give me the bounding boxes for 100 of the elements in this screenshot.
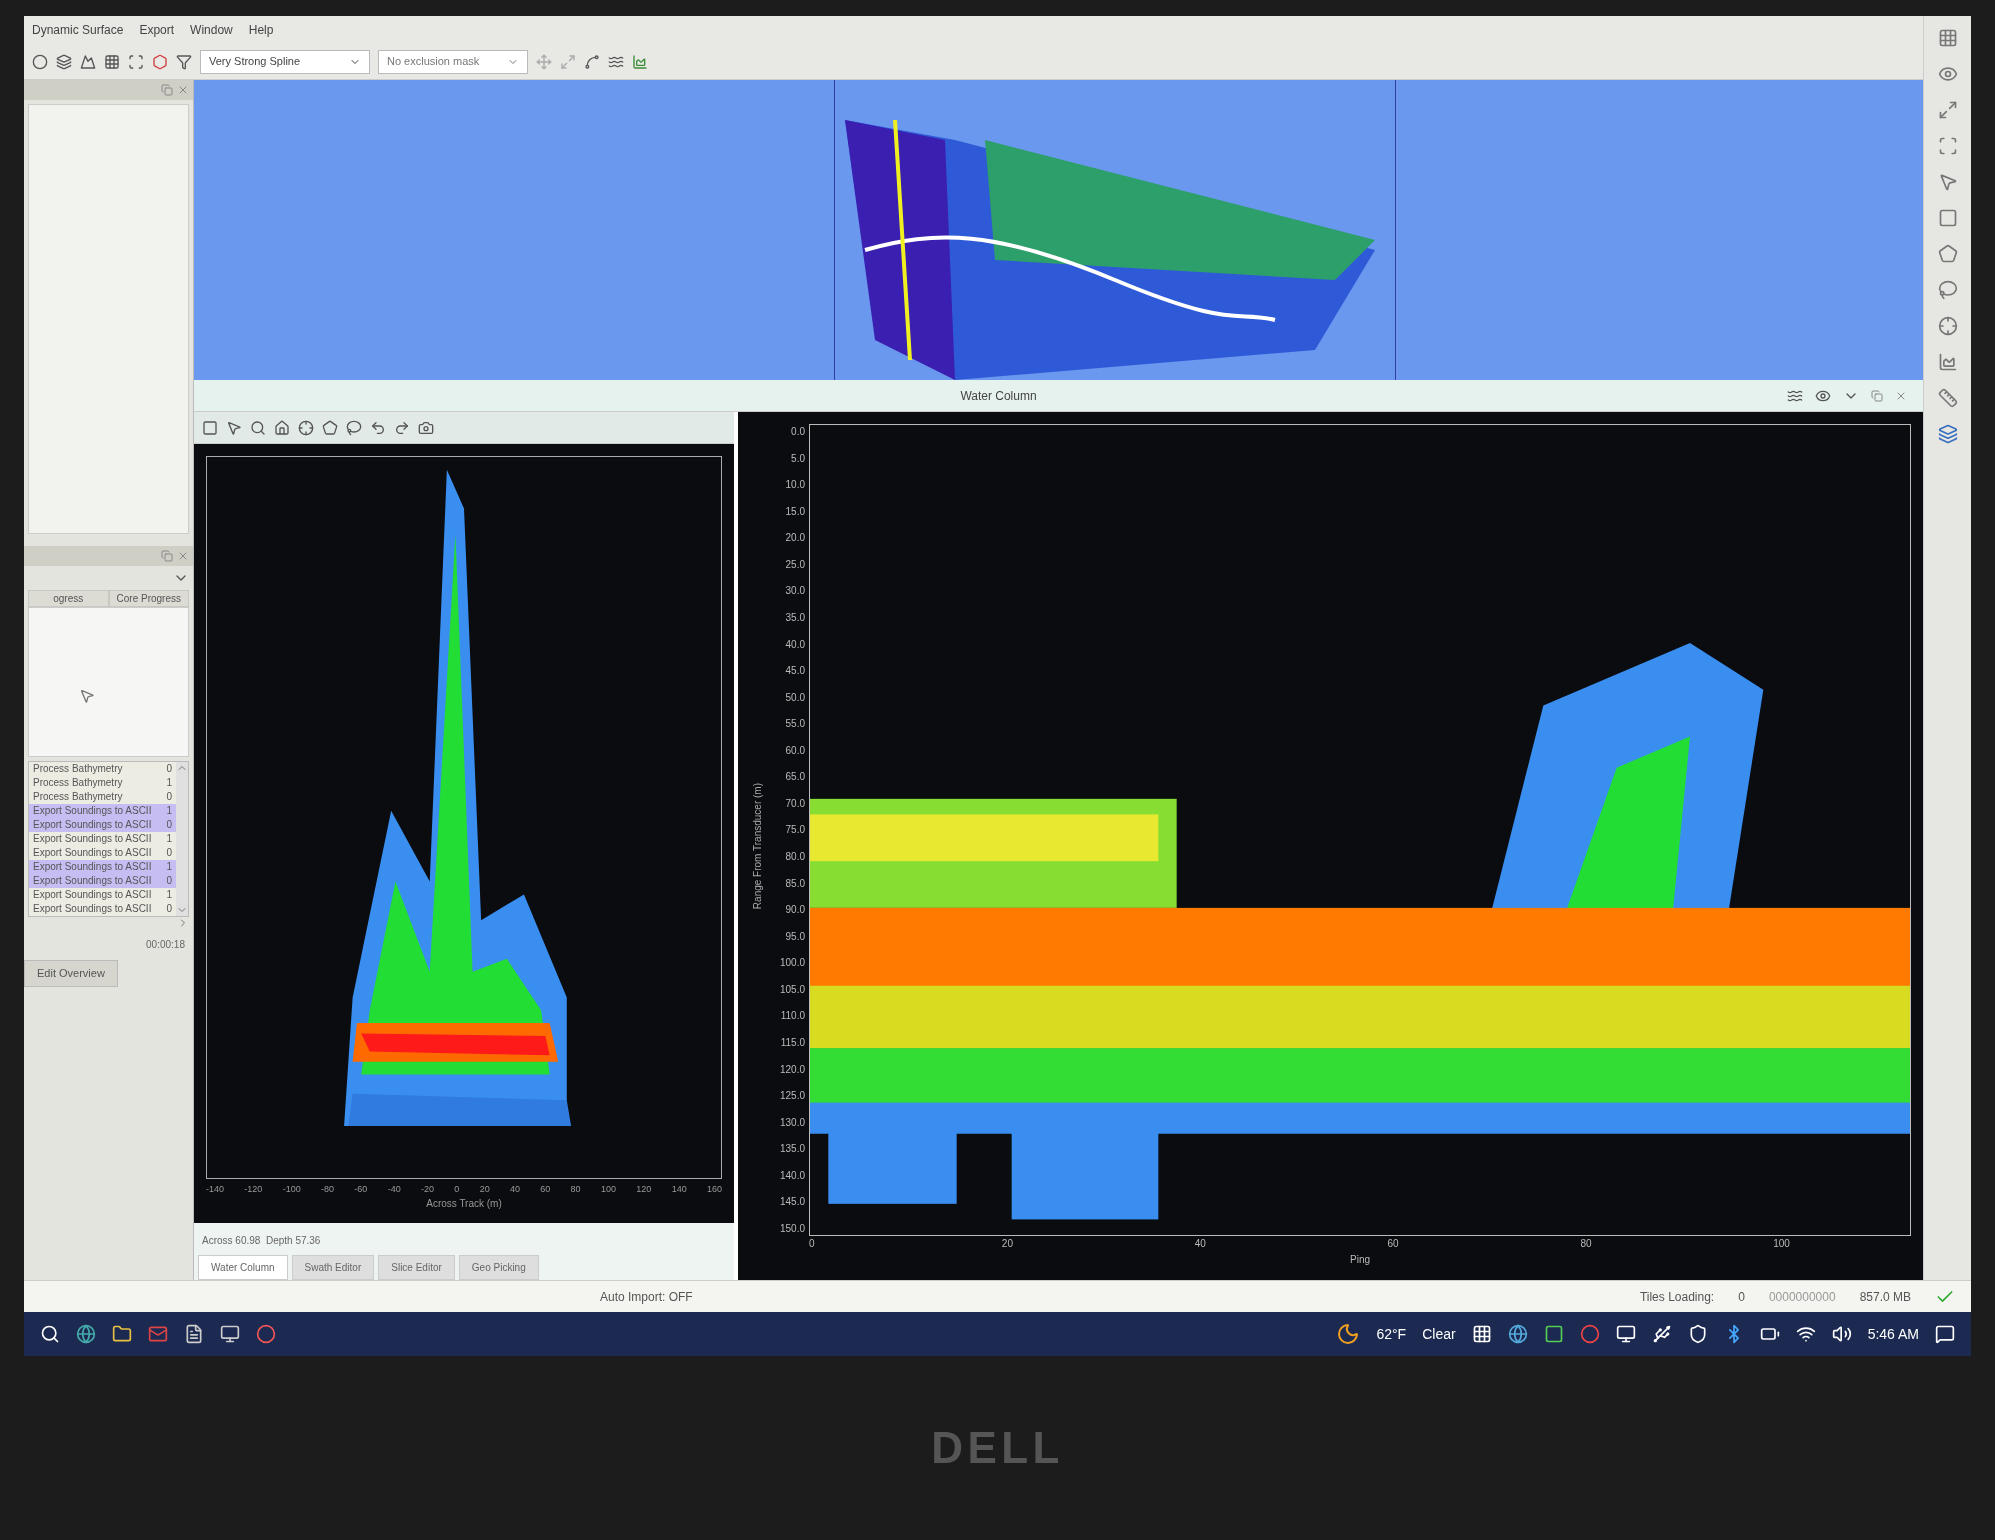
axis-tick-label: 145.0 bbox=[778, 1195, 805, 1210]
camera-icon[interactable] bbox=[418, 419, 434, 436]
folder-icon[interactable] bbox=[112, 1324, 132, 1344]
job-row[interactable]: Export Soundings to ASCII 0 bbox=[29, 818, 176, 832]
progress-digits: 0000000000 bbox=[1768, 1288, 1836, 1306]
view-tab[interactable]: Geo Picking bbox=[458, 1255, 539, 1280]
job-count: 1 bbox=[166, 804, 172, 818]
axis-tick-label: -120 bbox=[244, 1182, 263, 1196]
pointer-icon[interactable] bbox=[1937, 172, 1958, 192]
crosshair-icon[interactable] bbox=[298, 419, 314, 436]
axis-tick-label: 125.0 bbox=[778, 1089, 805, 1104]
job-count: 1 bbox=[166, 832, 172, 846]
moon-icon[interactable] bbox=[1336, 1322, 1361, 1346]
job-row[interactable]: Process Bathymetry 0 bbox=[29, 790, 176, 804]
globe-icon[interactable] bbox=[76, 1324, 96, 1344]
tray-circle-icon[interactable] bbox=[1579, 1324, 1600, 1344]
job-row[interactable]: Export Soundings to ASCII 0 bbox=[29, 902, 176, 916]
area-chart-icon[interactable] bbox=[1937, 352, 1958, 372]
axis-tick-label: 80.0 bbox=[784, 850, 805, 864]
tray-monitor-icon[interactable] bbox=[1615, 1324, 1636, 1344]
tray-square-icon[interactable] bbox=[1543, 1324, 1564, 1344]
weather-condition: Clear bbox=[1422, 1324, 1456, 1344]
monitor-icon[interactable] bbox=[220, 1324, 240, 1344]
job-row[interactable]: Process Bathymetry 1 bbox=[29, 776, 176, 790]
scan-icon[interactable] bbox=[1937, 136, 1958, 156]
home-icon[interactable] bbox=[274, 419, 290, 436]
polygon-icon[interactable] bbox=[322, 419, 338, 436]
job-count: 0 bbox=[166, 818, 172, 832]
view-tab[interactable]: Slice Editor bbox=[378, 1255, 455, 1280]
cursor-readout: Across 60.98 Depth 57.36 bbox=[202, 1235, 321, 1246]
spline-icon[interactable] bbox=[584, 53, 600, 70]
axis-tick-label: -20 bbox=[420, 1182, 434, 1196]
pointer-icon[interactable] bbox=[226, 419, 242, 436]
search-icon[interactable] bbox=[40, 1324, 60, 1344]
zoom-extent-icon[interactable] bbox=[1937, 100, 1958, 120]
column-header[interactable]: Core Progress bbox=[108, 590, 189, 607]
job-name: Export Soundings to ASCII bbox=[33, 874, 152, 888]
surface-icon[interactable] bbox=[80, 53, 96, 70]
menu-item[interactable]: Window bbox=[190, 21, 233, 39]
job-count: 1 bbox=[166, 860, 172, 874]
square-icon[interactable] bbox=[202, 419, 218, 436]
tiles-loading-label: Tiles Loading: bbox=[1639, 1288, 1715, 1306]
usb-icon[interactable] bbox=[1651, 1324, 1672, 1344]
axis-tick-label: 10.0 bbox=[784, 478, 805, 493]
filter-dropdown[interactable]: Very Strong Spline bbox=[200, 49, 370, 74]
job-count: 0 bbox=[166, 846, 172, 860]
axis-tick-label: 30.0 bbox=[784, 584, 805, 599]
grid-icon[interactable] bbox=[104, 53, 120, 70]
zoom-icon[interactable] bbox=[250, 419, 266, 436]
tray-icon[interactable] bbox=[1471, 1324, 1492, 1344]
mask-dropdown[interactable]: No exclusion mask bbox=[378, 49, 528, 74]
job-row[interactable]: Export Soundings to ASCII 1 bbox=[29, 832, 176, 846]
job-row[interactable]: Export Soundings to ASCII 1 bbox=[29, 860, 176, 874]
axis-tick-label: 50.0 bbox=[784, 690, 805, 705]
shape-icon[interactable] bbox=[152, 53, 168, 70]
clock[interactable]: 5:46 AM bbox=[1867, 1323, 1919, 1345]
job-row[interactable]: Process Bathymetry 0 bbox=[29, 762, 176, 776]
column-header[interactable]: ogress bbox=[28, 590, 109, 607]
temperature: 62°F bbox=[1376, 1324, 1407, 1344]
panel-tab[interactable]: Edit Overview bbox=[24, 960, 118, 987]
job-row[interactable]: Export Soundings to ASCII 0 bbox=[29, 874, 176, 888]
menu-item[interactable]: Dynamic Surface bbox=[32, 21, 124, 39]
axis-tick-label: -60 bbox=[354, 1182, 368, 1196]
job-count: 0 bbox=[166, 762, 172, 776]
axis-tick-label: 115.0 bbox=[779, 1035, 805, 1050]
rectangle-select-icon[interactable] bbox=[1937, 208, 1958, 228]
job-row[interactable]: Export Soundings to ASCII 1 bbox=[29, 804, 176, 818]
elapsed-time: 00:00:18 bbox=[146, 938, 185, 952]
wifi-icon[interactable] bbox=[1795, 1324, 1816, 1344]
undo-icon[interactable] bbox=[370, 419, 386, 436]
grid-icon[interactable] bbox=[1937, 28, 1958, 48]
notification-icon[interactable] bbox=[1935, 1324, 1955, 1344]
volume-icon[interactable] bbox=[1831, 1324, 1852, 1344]
lasso-icon[interactable] bbox=[1937, 280, 1958, 300]
view-tab[interactable]: Water Column bbox=[198, 1255, 288, 1280]
axis-tick-label: -80 bbox=[321, 1182, 334, 1196]
axis-tick-label: 5.0 bbox=[790, 451, 805, 466]
menu-item[interactable]: Export bbox=[139, 21, 175, 39]
polygon-select-icon[interactable] bbox=[1937, 244, 1958, 264]
crosshair-icon[interactable] bbox=[1937, 316, 1958, 336]
scan-icon[interactable] bbox=[128, 53, 144, 70]
tray-globe-icon[interactable] bbox=[1507, 1324, 1528, 1344]
mail-icon[interactable] bbox=[148, 1324, 168, 1344]
axis-tick-label: 60.0 bbox=[784, 743, 805, 758]
view-tab[interactable]: Swath Editor bbox=[291, 1255, 375, 1280]
eye-icon[interactable] bbox=[1937, 64, 1958, 84]
job-row[interactable]: Export Soundings to ASCII 0 bbox=[29, 846, 176, 860]
axis-tick-label: 95.0 bbox=[784, 929, 805, 944]
lasso-icon[interactable] bbox=[346, 419, 362, 436]
redo-icon[interactable] bbox=[394, 419, 410, 436]
ruler-icon[interactable] bbox=[1937, 388, 1958, 408]
job-name: Process Bathymetry bbox=[33, 790, 123, 804]
axis-tick-label: 100 bbox=[600, 1182, 616, 1196]
layers-icon[interactable] bbox=[56, 53, 72, 70]
job-row[interactable]: Export Soundings to ASCII 1 bbox=[29, 888, 176, 902]
menu-item[interactable]: Help bbox=[248, 21, 274, 39]
circle-tool-icon[interactable] bbox=[32, 53, 48, 70]
job-name: Export Soundings to ASCII bbox=[33, 846, 152, 860]
document-icon[interactable] bbox=[184, 1324, 204, 1344]
filter-icon[interactable] bbox=[176, 53, 192, 70]
